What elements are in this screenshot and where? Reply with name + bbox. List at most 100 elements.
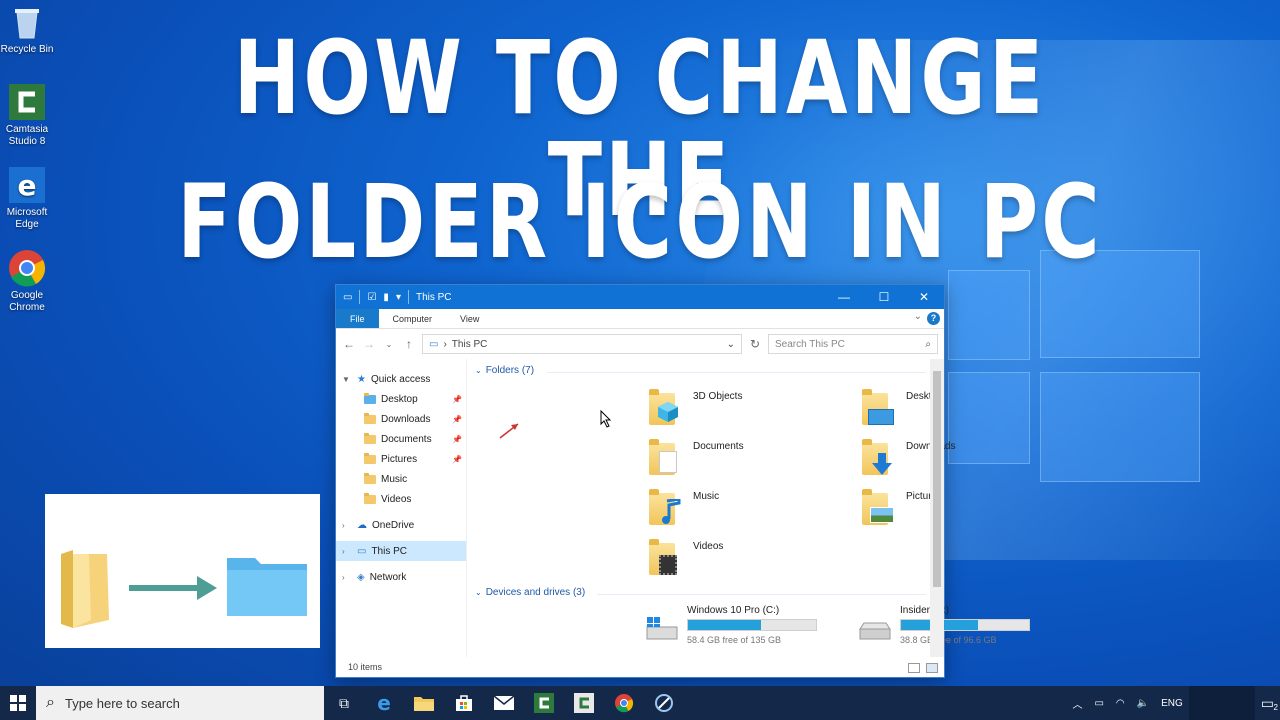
- music-folder-icon: [364, 472, 376, 484]
- nav-this-pc-label: This PC: [371, 545, 408, 557]
- drive-c-usage-bar: [687, 619, 817, 631]
- collapsed-chevron-icon[interactable]: ›: [342, 521, 352, 530]
- back-icon[interactable]: ←: [342, 337, 356, 351]
- desktop-icon-edge[interactable]: e Microsoft Edge: [0, 165, 54, 231]
- properties-quick-icon[interactable]: ☑: [367, 292, 376, 303]
- folders-group-header[interactable]: ⌄ Folders (7): [475, 365, 534, 376]
- refresh-icon[interactable]: ↻: [748, 337, 762, 351]
- star-icon: ★: [357, 373, 366, 385]
- close-button[interactable]: ✕: [904, 285, 944, 309]
- folder-videos-label: Videos: [693, 541, 724, 552]
- search-icon: ⌕: [925, 338, 931, 350]
- tab-computer[interactable]: Computer: [379, 309, 447, 328]
- customize-quick-access-icon[interactable]: ▾: [396, 292, 401, 303]
- action-center-icon[interactable]: ▭ 2: [1255, 695, 1280, 712]
- edge-label-1: Microsoft: [6, 207, 48, 218]
- mail-taskbar-icon[interactable]: [484, 686, 524, 720]
- computer-icon: ▭: [357, 545, 367, 557]
- edge-taskbar-icon[interactable]: e: [364, 686, 404, 720]
- nav-music-label: Music: [381, 473, 408, 485]
- address-bar[interactable]: ▭ › This PC ⌄: [422, 334, 742, 354]
- camtasia-recorder-taskbar-icon[interactable]: [564, 686, 604, 720]
- chrome-taskbar-icon[interactable]: [604, 686, 644, 720]
- nav-pictures[interactable]: Pictures 📌: [336, 449, 466, 469]
- desktop-icon-camtasia[interactable]: Camtasia Studio 8: [0, 82, 54, 148]
- drive-e[interactable]: Insider (E:) 38.8 GB free of 96.6 GB: [858, 605, 1078, 651]
- red-arrow-annotation: [499, 423, 519, 439]
- nav-downloads-label: Downloads: [381, 413, 431, 425]
- details-view-icon[interactable]: [908, 663, 920, 673]
- expand-ribbon-icon[interactable]: ⌄: [914, 311, 922, 322]
- nav-network[interactable]: › ◈ Network: [336, 567, 466, 587]
- large-icons-view-icon[interactable]: [926, 663, 938, 673]
- minimize-button[interactable]: —: [824, 285, 864, 309]
- desktop-icon-chrome[interactable]: Google Chrome: [0, 248, 54, 314]
- up-icon[interactable]: ↑: [402, 337, 416, 351]
- forward-icon[interactable]: →: [362, 337, 376, 351]
- folder-change-illustration: [45, 494, 320, 648]
- file-explorer-taskbar-icon[interactable]: [404, 686, 444, 720]
- expanded-chevron-icon[interactable]: ▼: [342, 375, 352, 384]
- nav-music[interactable]: Music: [336, 469, 466, 489]
- nav-this-pc[interactable]: › ▭ This PC: [336, 541, 466, 561]
- maximize-button[interactable]: ☐: [864, 285, 904, 309]
- nav-onedrive[interactable]: › ☁ OneDrive: [336, 515, 466, 535]
- nav-videos[interactable]: Videos: [336, 489, 466, 509]
- drive-icon: [858, 615, 892, 641]
- help-icon[interactable]: ?: [927, 312, 940, 325]
- folder-pictures[interactable]: Pictures: [862, 487, 1062, 531]
- volume-icon[interactable]: 🔈: [1131, 698, 1155, 709]
- task-view-icon[interactable]: ⧉: [324, 686, 364, 720]
- address-dropdown-icon[interactable]: ⌄: [727, 339, 735, 350]
- battery-icon[interactable]: ▭: [1088, 698, 1109, 709]
- folder-3d-objects[interactable]: 3D Objects: [649, 387, 849, 431]
- right-arrow-icon: [129, 576, 217, 600]
- file-explorer-window[interactable]: ▭ ☑ ▮ ▾ This PC — ☐ ✕ File Computer View…: [335, 284, 1030, 678]
- chrome-label-1: Google: [10, 290, 44, 301]
- nav-quick-access[interactable]: ▼ ★ Quick access: [336, 369, 466, 389]
- windows-drive-icon: [645, 615, 679, 641]
- folder-documents-label: Documents: [693, 441, 744, 452]
- clock-area[interactable]: [1188, 686, 1255, 720]
- nav-downloads[interactable]: Downloads 📌: [336, 409, 466, 429]
- search-box[interactable]: Search This PC ⌕: [768, 334, 938, 354]
- folder-videos[interactable]: Videos: [649, 537, 849, 581]
- drive-e-free-space: 38.8 GB free of 96.6 GB: [900, 635, 997, 645]
- drive-c[interactable]: Windows 10 Pro (C:) 58.4 GB free of 135 …: [645, 605, 865, 651]
- new-folder-quick-icon[interactable]: ▮: [383, 292, 389, 303]
- window-title: This PC: [415, 291, 452, 303]
- desktop-icon-recycle-bin[interactable]: Recycle Bin: [0, 2, 54, 56]
- show-hidden-icons-icon[interactable]: ︿: [1066, 696, 1088, 711]
- tab-file[interactable]: File: [336, 309, 379, 328]
- videos-folder-icon: [364, 492, 376, 504]
- folder-downloads[interactable]: Downloads: [862, 437, 1062, 481]
- wifi-icon[interactable]: ◠: [1110, 698, 1131, 709]
- snipping-tool-taskbar-icon[interactable]: [644, 686, 684, 720]
- recent-locations-icon[interactable]: ⌄: [382, 340, 396, 349]
- scrollbar-thumb[interactable]: [933, 371, 941, 587]
- camtasia-taskbar-icon[interactable]: [524, 686, 564, 720]
- svg-text:e: e: [18, 169, 37, 202]
- title-bar[interactable]: ▭ ☑ ▮ ▾ This PC — ☐ ✕: [336, 285, 944, 309]
- nav-documents[interactable]: Documents 📌: [336, 429, 466, 449]
- tab-view[interactable]: View: [446, 309, 493, 328]
- nav-desktop[interactable]: Desktop 📌: [336, 389, 466, 409]
- collapsed-chevron-icon[interactable]: ›: [342, 573, 352, 582]
- desktop-folder-icon: [862, 389, 896, 427]
- taskbar-search-box[interactable]: ⌕ Type here to search: [36, 686, 324, 720]
- folder-music[interactable]: Music: [649, 487, 849, 531]
- language-indicator[interactable]: ENG: [1155, 698, 1189, 709]
- notification-count: 2: [1273, 702, 1278, 712]
- start-button[interactable]: [0, 686, 36, 720]
- svg-text:e: e: [377, 693, 391, 713]
- wallpaper-logo-pane: [1040, 372, 1200, 482]
- address-text: This PC: [451, 338, 488, 350]
- folder-desktop[interactable]: Desktop: [862, 387, 1062, 431]
- navigation-pane: ▼ ★ Quick access Desktop 📌 Downloads 📌 D…: [336, 359, 467, 657]
- vertical-scrollbar[interactable]: [930, 359, 944, 657]
- devices-group-header[interactable]: ⌄ Devices and drives (3): [475, 587, 585, 598]
- store-taskbar-icon[interactable]: [444, 686, 484, 720]
- folder-documents[interactable]: Documents: [649, 437, 849, 481]
- collapsed-chevron-icon[interactable]: ›: [342, 547, 352, 556]
- downloads-folder-icon: [862, 439, 896, 477]
